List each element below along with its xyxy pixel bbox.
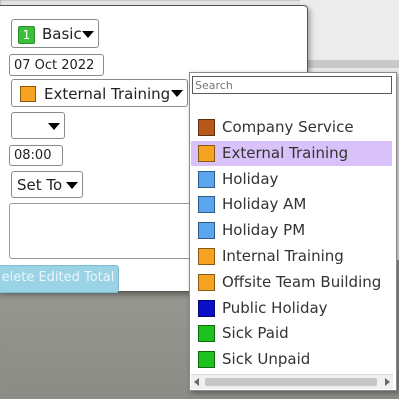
secondary-select[interactable] [11, 112, 65, 139]
option-label: Holiday AM [222, 195, 307, 214]
option-color-swatch [198, 119, 215, 136]
mode-select[interactable]: 1 Basic [11, 19, 99, 48]
scroll-right-icon[interactable] [385, 378, 390, 386]
entry-type-select[interactable]: External Training [11, 79, 188, 107]
dropdown-search-input[interactable] [192, 76, 392, 94]
option-color-swatch [198, 299, 215, 317]
entry-type-label: External Training [44, 85, 171, 103]
scroll-left-icon[interactable] [194, 378, 199, 386]
chevron-down-icon [171, 90, 183, 97]
mode-select-label: Basic [42, 25, 82, 43]
dropdown-option[interactable]: External Training [191, 140, 392, 166]
dropdown-option[interactable]: Offsite Team Building [191, 270, 392, 295]
chevron-down-icon [66, 181, 78, 189]
option-color-swatch [198, 273, 215, 291]
scrollbar-thumb[interactable] [205, 378, 377, 386]
option-label: Company Service [222, 118, 354, 136]
mode-number-badge: 1 [18, 26, 35, 44]
option-label: Offsite Team Building [222, 272, 382, 291]
option-label: Internal Training [222, 247, 344, 265]
option-color-swatch [198, 248, 215, 265]
set-to-label: Set To [17, 176, 63, 194]
dropdown-option[interactable]: Internal Training [191, 244, 392, 269]
chevron-down-icon [82, 30, 94, 38]
option-label: Public Holiday [222, 298, 328, 317]
dropdown-option[interactable]: Sick Paid [191, 321, 392, 346]
dropdown-option[interactable]: Public Holiday [191, 296, 392, 321]
option-color-swatch [198, 170, 215, 188]
dropdown-option[interactable]: Holiday [191, 167, 392, 192]
option-label: External Training [222, 143, 349, 162]
option-color-swatch [198, 144, 215, 162]
option-label: Holiday PM [222, 221, 306, 240]
time-field[interactable]: 08:00 [9, 145, 63, 166]
option-color-swatch [198, 351, 215, 369]
option-label: Sick Paid [222, 324, 289, 343]
entry-type-dropdown: Company Service External Training Holiday H… [189, 72, 397, 391]
delete-edited-total-button[interactable]: elete Edited Total [0, 265, 119, 293]
horizontal-scrollbar[interactable] [191, 374, 393, 389]
set-to-select[interactable]: Set To [11, 171, 83, 198]
background-strip [300, 60, 399, 68]
option-label: Sick Unpaid [222, 350, 311, 369]
dropdown-option[interactable]: Sick Unpaid [191, 347, 392, 372]
option-color-swatch [198, 196, 215, 214]
dropdown-option[interactable]: Holiday AM [191, 192, 392, 217]
dropdown-option[interactable]: Holiday PM [191, 218, 392, 243]
option-color-swatch [198, 222, 215, 240]
date-field[interactable]: 07 Oct 2022 [9, 54, 104, 76]
option-label: Holiday [222, 169, 279, 188]
dropdown-option[interactable]: Company Service [191, 115, 392, 140]
entry-type-color-swatch [20, 86, 36, 102]
chevron-down-icon [48, 122, 60, 130]
notes-textarea[interactable] [9, 203, 195, 259]
option-color-swatch [198, 325, 215, 343]
